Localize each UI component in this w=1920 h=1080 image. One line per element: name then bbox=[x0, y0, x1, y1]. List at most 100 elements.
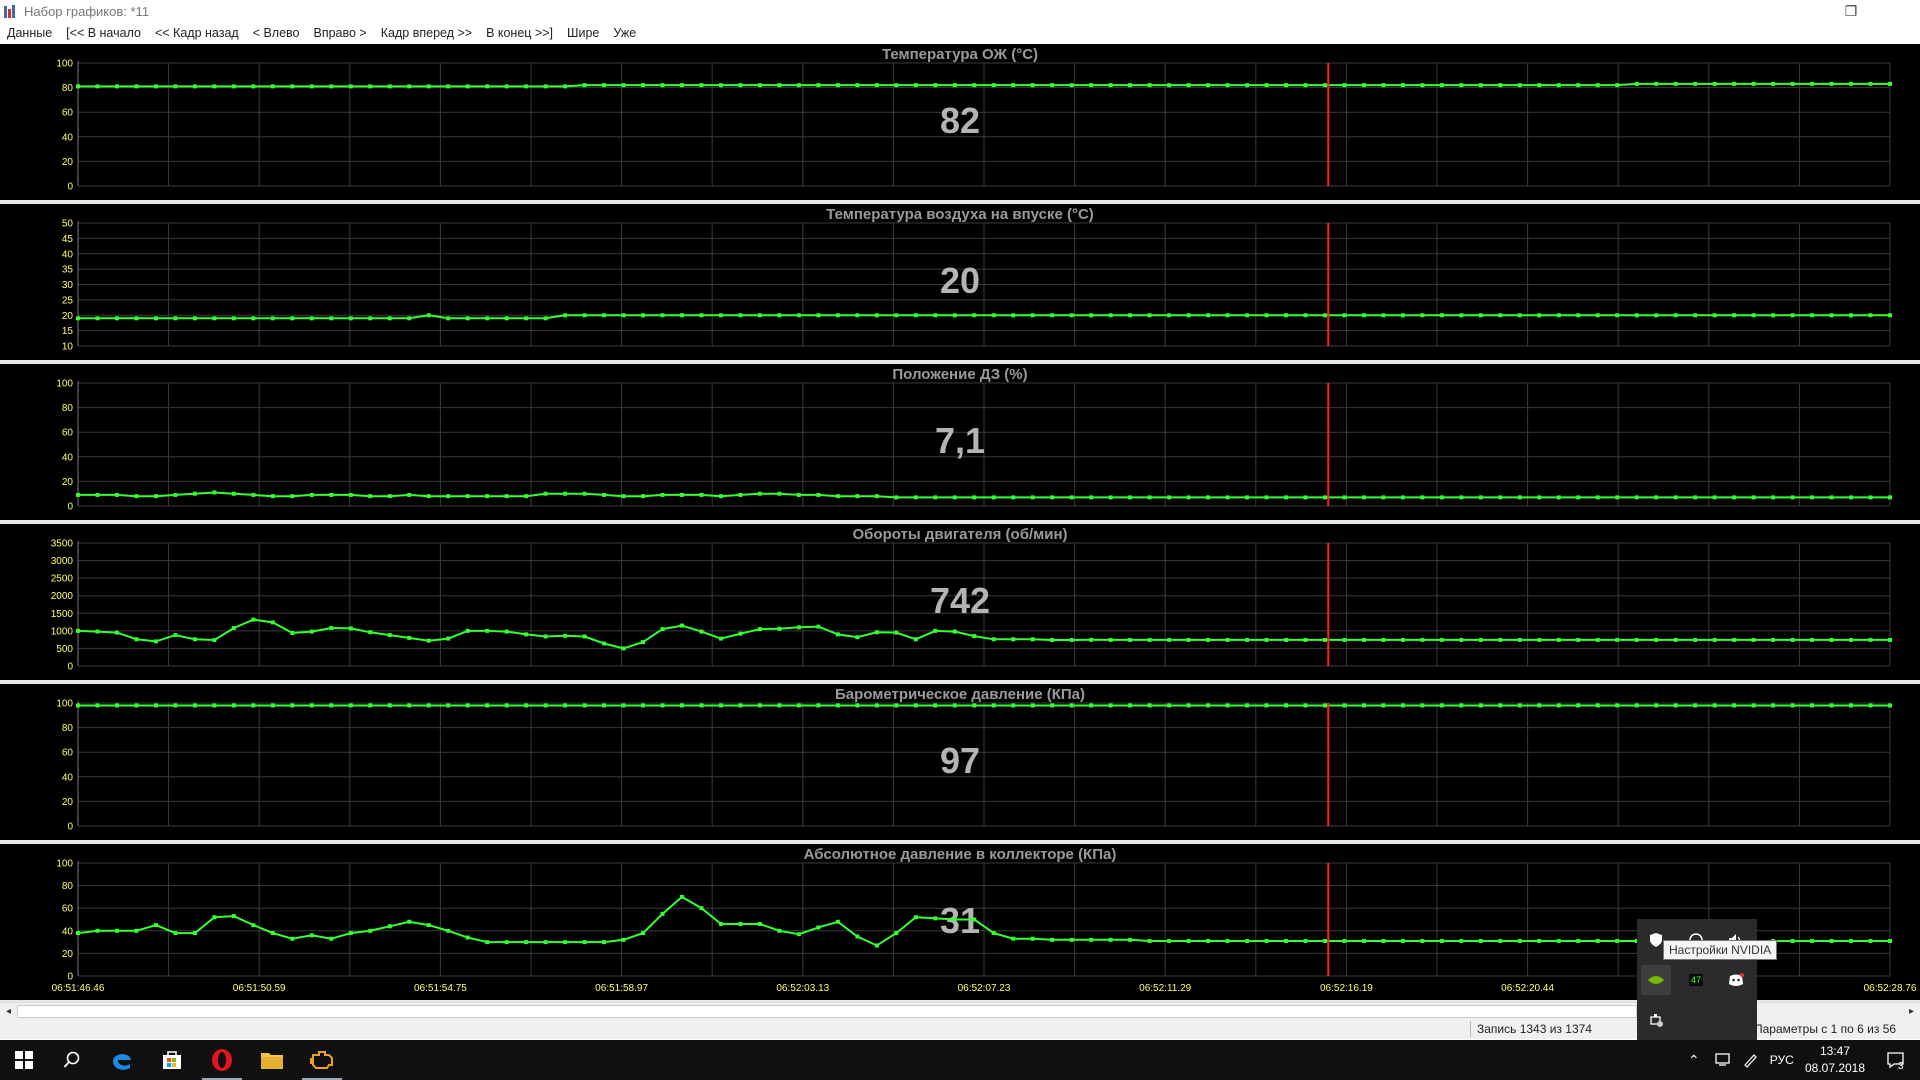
tray-expand-icon[interactable]: ⌃ bbox=[1688, 1052, 1700, 1069]
data-point bbox=[855, 494, 860, 499]
pen-icon[interactable] bbox=[1742, 1052, 1758, 1068]
menu-frame-forward[interactable]: Кадр вперед >> bbox=[374, 26, 479, 40]
data-point bbox=[329, 626, 334, 631]
data-point bbox=[1245, 637, 1250, 642]
data-point bbox=[1089, 83, 1094, 88]
data-point bbox=[485, 703, 490, 708]
data-point bbox=[621, 703, 626, 708]
search-button[interactable] bbox=[48, 1040, 96, 1080]
data-point bbox=[699, 906, 704, 911]
data-point bbox=[1147, 495, 1152, 500]
nvidia-icon[interactable] bbox=[1641, 965, 1671, 995]
charts-area: 0 20 40 60 80 100 Температура ОЖ (°C) 82 10 15 20 2… bbox=[0, 44, 1920, 1002]
start-button[interactable] bbox=[0, 1040, 48, 1080]
opera-button[interactable] bbox=[198, 1040, 246, 1080]
data-point bbox=[1284, 938, 1288, 943]
data-point bbox=[270, 703, 275, 708]
menu-left[interactable]: < Влево bbox=[246, 26, 307, 40]
data-point bbox=[1050, 937, 1055, 942]
obd-app-button[interactable] bbox=[298, 1040, 346, 1080]
data-point bbox=[134, 703, 139, 708]
data-point bbox=[874, 630, 879, 635]
data-point bbox=[1478, 313, 1483, 318]
data-point bbox=[1108, 83, 1113, 88]
data-point bbox=[1322, 938, 1327, 943]
data-point bbox=[309, 703, 314, 708]
action-center-button[interactable]: 3 bbox=[1880, 1040, 1912, 1080]
edge-button[interactable] bbox=[98, 1040, 146, 1080]
data-point bbox=[1381, 637, 1386, 642]
data-point bbox=[1693, 81, 1698, 86]
data-point bbox=[114, 84, 119, 89]
data-point bbox=[1381, 495, 1386, 500]
y-tick-label: 0 bbox=[67, 972, 73, 983]
data-point bbox=[1089, 637, 1094, 642]
data-point bbox=[1050, 637, 1055, 642]
store-button[interactable] bbox=[148, 1040, 196, 1080]
fps-monitor-icon[interactable]: 47 bbox=[1681, 965, 1711, 995]
data-point bbox=[602, 492, 607, 497]
data-point bbox=[1771, 703, 1776, 708]
menu-narrower[interactable]: Уже bbox=[606, 26, 643, 40]
data-point bbox=[1751, 637, 1756, 642]
charts-canvas[interactable]: 0 20 40 60 80 100 Температура ОЖ (°C) 82 10 15 20 2… bbox=[0, 44, 1920, 1002]
data-point bbox=[1030, 703, 1035, 708]
scroll-right-icon[interactable]: ▸ bbox=[1903, 1003, 1920, 1020]
explorer-button[interactable] bbox=[248, 1040, 296, 1080]
menu-frame-back[interactable]: << Кадр назад bbox=[148, 26, 246, 40]
menu-to-start[interactable]: [<< В начало bbox=[59, 26, 148, 40]
data-point bbox=[426, 84, 431, 89]
data-point bbox=[1361, 313, 1366, 318]
data-point bbox=[1868, 703, 1873, 708]
data-point bbox=[835, 703, 840, 708]
usb-eject-icon[interactable] bbox=[1641, 1005, 1671, 1035]
restore-icon[interactable]: ❐ bbox=[1828, 0, 1874, 22]
menu-wider[interactable]: Шире bbox=[560, 26, 606, 40]
data-point bbox=[991, 83, 996, 88]
chart-title: Обороты двигателя (об/мин) bbox=[852, 526, 1067, 543]
data-point bbox=[426, 703, 431, 708]
menu-right[interactable]: Вправо > bbox=[307, 26, 374, 40]
data-point bbox=[1342, 495, 1347, 500]
data-point bbox=[1322, 637, 1327, 642]
network-icon[interactable] bbox=[1714, 1053, 1732, 1067]
data-point bbox=[1712, 703, 1717, 708]
data-point bbox=[348, 492, 353, 497]
clock-time: 13:47 bbox=[1819, 1044, 1851, 1058]
data-point bbox=[134, 316, 139, 321]
data-point bbox=[524, 703, 529, 708]
data-point bbox=[446, 703, 451, 708]
data-point bbox=[1517, 637, 1522, 642]
data-point bbox=[251, 923, 256, 928]
y-tick-label: 40 bbox=[62, 132, 74, 143]
data-point bbox=[1810, 81, 1815, 86]
data-point bbox=[1186, 938, 1191, 943]
data-point bbox=[1693, 637, 1698, 642]
data-point bbox=[796, 625, 801, 630]
data-point bbox=[1732, 637, 1737, 642]
data-point bbox=[1206, 637, 1211, 642]
data-point bbox=[1108, 495, 1113, 500]
horizontal-scrollbar[interactable]: ◂ ▸ bbox=[0, 1002, 1920, 1020]
menu-data[interactable]: Данные bbox=[0, 26, 59, 40]
engine-icon bbox=[310, 1051, 333, 1069]
data-point bbox=[1147, 313, 1152, 318]
data-point bbox=[913, 637, 918, 642]
scroll-thumb[interactable] bbox=[17, 1005, 1637, 1018]
data-point bbox=[1361, 938, 1366, 943]
scroll-left-icon[interactable]: ◂ bbox=[0, 1003, 17, 1020]
data-point bbox=[114, 492, 119, 497]
chart-title: Барометрическое давление (КПа) bbox=[835, 686, 1085, 703]
data-point bbox=[329, 492, 334, 497]
discord-icon[interactable] bbox=[1721, 965, 1751, 995]
data-point bbox=[680, 492, 684, 497]
data-point bbox=[212, 915, 217, 920]
data-point bbox=[1128, 495, 1133, 500]
data-point bbox=[504, 629, 509, 634]
data-point bbox=[777, 703, 782, 708]
y-tick-label: 60 bbox=[62, 428, 74, 439]
clock[interactable]: 13:47 08.07.2018 bbox=[1790, 1043, 1880, 1077]
data-point bbox=[1810, 938, 1815, 943]
menu-to-end[interactable]: В конец >>] bbox=[479, 26, 560, 40]
data-point bbox=[1615, 495, 1620, 500]
